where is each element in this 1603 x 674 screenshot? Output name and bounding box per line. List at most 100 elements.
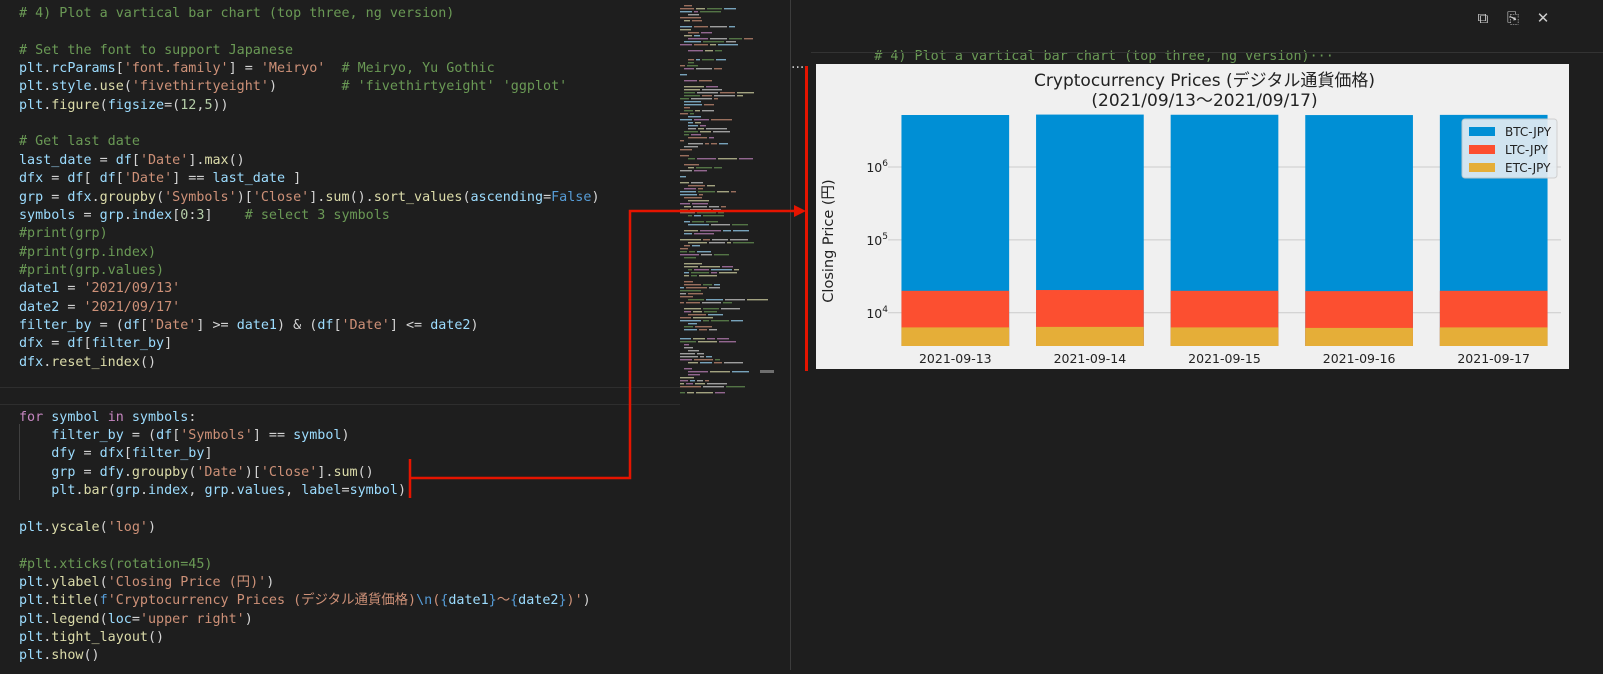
current-line-highlight: [0, 387, 680, 405]
code-editor[interactable]: # 4) Plot a vartical bar chart (top thre…: [0, 0, 680, 670]
code-token: .: [139, 483, 148, 499]
minimap-line: [688, 116, 701, 118]
code-line[interactable]: dfy = dfx[filter_by]: [19, 445, 212, 463]
code-line[interactable]: last_date = df['Date'].max(): [19, 152, 245, 170]
minimap-line: [688, 371, 708, 373]
code-token: =: [59, 281, 84, 297]
code-token: dfx: [19, 336, 44, 352]
minimap-line: [680, 296, 693, 298]
minimap-line: [688, 224, 709, 226]
code-line[interactable]: plt.rcParams['font.family'] = 'Meiryo' #…: [19, 60, 495, 78]
code-line[interactable]: # 4) Plot a vartical bar chart (top thre…: [19, 5, 454, 23]
minimap-line: [711, 269, 732, 271]
code-line[interactable]: dfx = df[filter_by]: [19, 335, 172, 353]
code-line[interactable]: plt.ylabel('Closing Price (円)'): [19, 574, 274, 592]
minimap-line: [737, 95, 743, 97]
minimap-line: [680, 359, 692, 361]
code-token: grp: [115, 483, 140, 499]
code-token: dfx: [99, 446, 124, 462]
code-token: ().: [349, 189, 374, 205]
output-more-icon[interactable]: ···: [791, 60, 804, 76]
code-line[interactable]: plt.bar(grp.index, grp.values, label=sym…: [19, 482, 406, 500]
code-line[interactable]: plt.yscale('log'): [19, 519, 156, 537]
minimap-line: [684, 326, 693, 328]
code-line[interactable]: filter_by = (df['Symbols'] == symbol): [19, 427, 349, 445]
minimap[interactable]: [680, 0, 780, 670]
code-token: filter_by: [51, 428, 124, 444]
minimap-line: [733, 230, 749, 232]
code-token: (: [99, 519, 108, 535]
code-line[interactable]: dfx = df[ df['Date'] == last_date ]: [19, 170, 301, 188]
scrollbar-thumb[interactable]: [760, 370, 774, 373]
code-line[interactable]: plt.legend(loc='upper right'): [19, 611, 253, 629]
code-line[interactable]: plt.style.use('fivethirtyeight') # 'five…: [19, 78, 567, 96]
bar-etc-jpy: [1439, 327, 1548, 346]
code-token: # Meiryo, Yu Gothic: [341, 61, 495, 77]
code-line[interactable]: grp = dfx.groupby('Symbols')['Close'].su…: [19, 189, 600, 207]
code-line[interactable]: date2 = '2021/09/17': [19, 299, 180, 317]
minimap-line: [711, 272, 717, 274]
minimap-line: [688, 122, 693, 124]
code-token: = (: [123, 428, 157, 444]
minimap-line: [687, 65, 698, 67]
code-token: .: [91, 189, 100, 205]
code-line[interactable]: filter_by = (df['Date'] >= date1) & (df[…: [19, 317, 479, 335]
y-tick-base: 10: [866, 306, 882, 321]
code-token: {: [510, 593, 519, 609]
minimap-line: [684, 281, 693, 283]
code-line[interactable]: date1 = '2021/09/13': [19, 280, 180, 298]
code-token: legend: [51, 611, 100, 627]
code-line[interactable]: # Get last date: [19, 133, 140, 151]
minimap-line: [684, 110, 693, 112]
code-line[interactable]: # Set the font to support Japanese: [19, 42, 293, 60]
minimap-line: [695, 110, 700, 112]
code-line[interactable]: symbols = grp.index[0:3] # select 3 symb…: [19, 207, 390, 225]
code-line[interactable]: plt.title(f'Cryptocurrency Prices (デジタル通…: [19, 592, 591, 610]
code-line[interactable]: plt.figure(figsize=(12,5)): [19, 97, 229, 115]
code-token: =: [75, 207, 100, 223]
minimap-line: [697, 92, 718, 94]
minimap-line: [714, 254, 729, 256]
minimap-line: [693, 317, 713, 319]
minimap-line: [686, 302, 700, 304]
minimap-line: [695, 383, 705, 385]
code-line[interactable]: #print(grp.values): [19, 262, 164, 280]
code-line[interactable]: plt.tight_layout(): [19, 629, 164, 647]
close-icon[interactable]: ✕: [1531, 6, 1555, 30]
code-line[interactable]: plt.show(): [19, 647, 100, 665]
code-token: plt: [19, 97, 44, 113]
minimap-line: [688, 299, 704, 301]
minimap-line: [709, 206, 719, 208]
minimap-line: [700, 230, 721, 232]
code-line[interactable]: #plt.xticks(rotation=45): [19, 556, 212, 574]
minimap-line: [680, 11, 692, 13]
minimap-line: [694, 215, 701, 217]
code-token: ] ==: [252, 428, 294, 444]
paste-icon[interactable]: ⎘: [1501, 6, 1525, 30]
code-line[interactable]: dfx.reset_index(): [19, 354, 156, 372]
code-token: 12: [180, 97, 197, 113]
minimap-line: [688, 314, 706, 316]
code-token: [: [333, 317, 342, 333]
code-line[interactable]: #print(grp.index): [19, 244, 156, 262]
code-token: [: [115, 171, 124, 187]
code-line[interactable]: grp = dfy.groupby('Date')['Close'].sum(): [19, 464, 374, 482]
code-line[interactable]: for symbol in symbols:: [19, 409, 196, 427]
code-token: plt: [19, 574, 44, 590]
copy-icon[interactable]: ⧉: [1471, 6, 1495, 30]
code-line[interactable]: #print(grp): [19, 225, 108, 243]
minimap-line: [715, 392, 725, 394]
code-token: # Set the font to support Japanese: [19, 42, 294, 58]
y-tick-exponent: 6: [882, 159, 888, 169]
y-tick-base: 10: [866, 160, 882, 175]
code-token: =: [91, 152, 116, 168]
minimap-line: [688, 167, 694, 169]
x-tick-label: 2021-09-15: [1188, 351, 1261, 366]
code-token: grp: [51, 464, 76, 480]
code-token: [: [83, 171, 100, 187]
minimap-line: [710, 26, 727, 28]
code-token: df: [115, 152, 132, 168]
minimap-line: [714, 284, 720, 286]
code-token: ylabel: [51, 574, 100, 590]
